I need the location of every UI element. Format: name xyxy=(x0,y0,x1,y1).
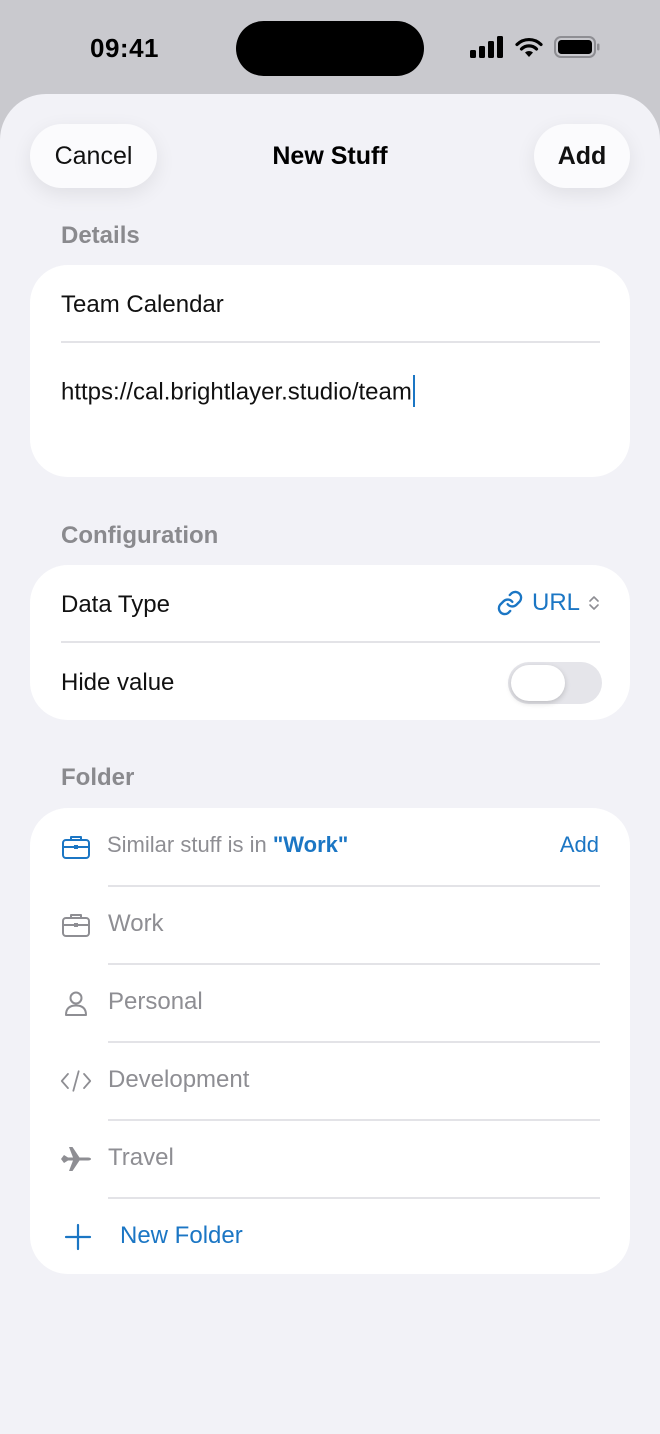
data-type-picker[interactable]: URL xyxy=(496,589,600,617)
add-button[interactable]: Add xyxy=(534,124,630,188)
configuration-card: Data Type URL Hide value xyxy=(30,565,630,720)
folder-item-label: Personal xyxy=(108,988,203,1015)
link-icon xyxy=(497,590,523,616)
folder-item-work[interactable]: Work xyxy=(30,886,630,964)
url-field-value: https://cal.brightlayer.studio/team xyxy=(61,378,412,406)
wifi-icon xyxy=(515,37,543,57)
folder-item-personal[interactable]: Personal xyxy=(30,964,630,1042)
dynamic-island xyxy=(236,21,424,76)
folder-suggestion-prefix: Similar stuff is in xyxy=(107,832,273,857)
briefcase-icon xyxy=(60,832,92,862)
folder-item-travel[interactable]: Travel xyxy=(30,1120,630,1198)
details-section-title: Details xyxy=(61,222,140,249)
code-icon xyxy=(60,1066,92,1096)
suggestion-add-button[interactable]: Add xyxy=(560,832,599,858)
new-folder-label: New Folder xyxy=(120,1222,243,1249)
folder-item-development[interactable]: Development xyxy=(30,1042,630,1120)
divider xyxy=(61,341,600,343)
toggle-knob xyxy=(511,665,565,701)
status-time: 09:41 xyxy=(90,33,159,63)
folder-card: Similar stuff is in "Work" Add Work Pers… xyxy=(30,808,630,1274)
folder-suggestion-name: "Work" xyxy=(272,832,349,857)
text-caret xyxy=(412,375,416,407)
url-field[interactable]: https://cal.brightlayer.studio/team xyxy=(61,375,416,409)
status-bar: 09:41 xyxy=(0,0,660,96)
new-folder-button[interactable]: New Folder xyxy=(30,1198,630,1276)
sheet: Cancel New Stuff Add Details Team Calend… xyxy=(0,94,660,1434)
name-field[interactable]: Team Calendar xyxy=(61,291,224,319)
data-type-label: Data Type xyxy=(61,591,170,618)
configuration-section-title: Configuration xyxy=(61,522,219,549)
cellular-signal-icon xyxy=(470,36,503,58)
hide-value-toggle[interactable] xyxy=(508,662,602,704)
chevron-up-down-icon xyxy=(589,596,599,610)
folder-suggestion-text: Similar stuff is in "Work" xyxy=(107,832,348,858)
battery-icon xyxy=(554,36,600,58)
status-icons xyxy=(470,36,600,58)
folder-suggestion-row: Similar stuff is in "Work" Add xyxy=(30,808,630,886)
folder-item-label: Travel xyxy=(108,1144,174,1171)
details-card: Team Calendar https://cal.brightlayer.st… xyxy=(30,265,630,477)
divider xyxy=(61,641,600,643)
briefcase-icon xyxy=(60,910,92,940)
folder-item-label: Work xyxy=(108,910,164,937)
person-icon xyxy=(60,988,92,1018)
folder-item-label: Development xyxy=(108,1066,250,1093)
airplane-icon xyxy=(60,1144,92,1174)
hide-value-label: Hide value xyxy=(61,669,175,696)
data-type-value: URL xyxy=(531,589,580,616)
plus-icon xyxy=(62,1222,94,1252)
folder-section-title: Folder xyxy=(61,764,135,791)
